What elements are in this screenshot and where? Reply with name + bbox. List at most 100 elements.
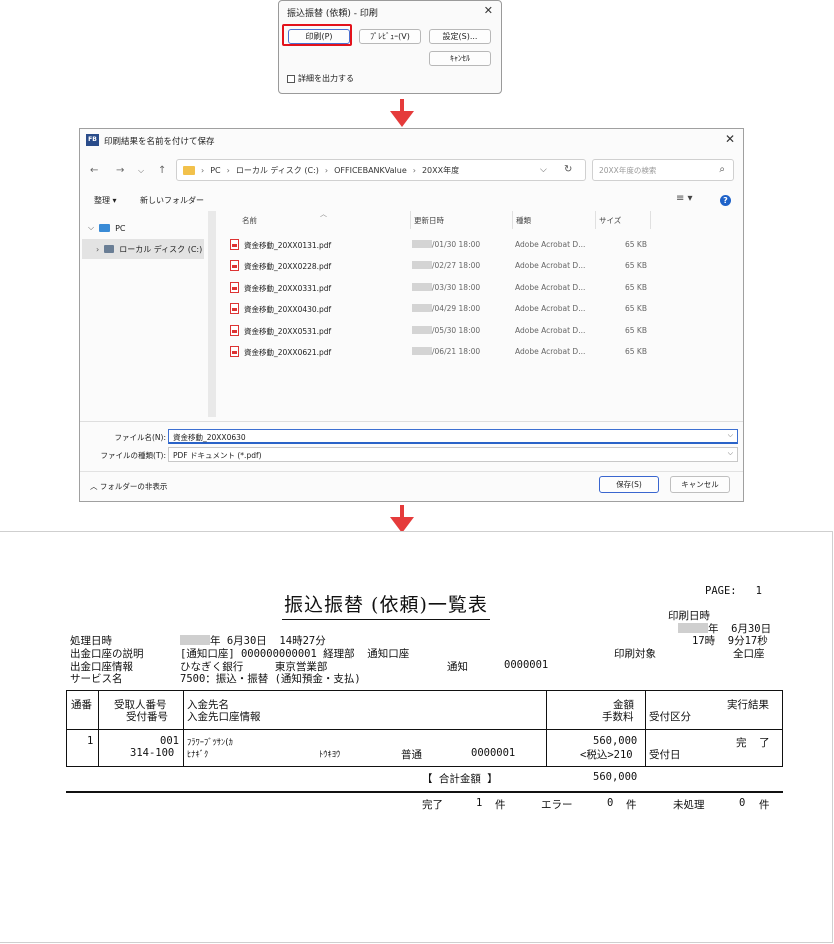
header-result: 実行結果 — [727, 699, 769, 711]
view-menu-icon[interactable]: ≡ ▾ — [676, 193, 693, 204]
app-icon: FB — [86, 134, 99, 146]
nav-item-disk[interactable]: › ローカル ディスク (C:) — [82, 239, 204, 259]
nav-item-pc[interactable]: ⌵ PC — [88, 223, 126, 233]
report-table: 通番 受取人番号 受付番号 入金先名 入金先口座情報 金額 手数料 実行結果 受… — [66, 690, 783, 767]
breadcrumb-pc[interactable]: PC — [210, 166, 220, 175]
account-type: 通知 — [447, 661, 468, 673]
hide-folders-toggle[interactable]: ︿ フォルダーの非表示 — [90, 481, 167, 492]
print-dialog: 振込振替 (依頼) - 印刷 ✕ 印刷(P) ﾌﾟﾚﾋﾞｭｰ(V) 設定(S).… — [278, 0, 502, 94]
pdf-file-icon — [230, 282, 239, 293]
preview-button[interactable]: ﾌﾟﾚﾋﾞｭｰ(V) — [359, 29, 421, 44]
print-button-highlight — [282, 24, 352, 46]
pdf-file-icon — [230, 346, 239, 357]
search-icon: ⌕ — [719, 164, 725, 175]
refresh-icon[interactable]: ↻ — [564, 164, 572, 175]
breadcrumb-year[interactable]: 20XX年度 — [422, 165, 459, 176]
col-type[interactable]: 種類 — [516, 215, 531, 226]
total-label: 【 合計金額 】 — [422, 773, 498, 785]
filetype-label: ファイルの種類(T): — [100, 451, 166, 460]
close-icon[interactable]: ✕ — [484, 4, 493, 17]
summary-pending: 0 — [739, 797, 746, 809]
header-seq: 通番 — [71, 699, 92, 711]
pdf-file-icon — [230, 303, 239, 314]
file-row[interactable]: 資金移動_20XX0131.pdf /01/30 18:00 Adobe Acr… — [230, 234, 730, 255]
row-acct-type: 普通 — [401, 749, 422, 761]
pdf-file-icon — [230, 239, 239, 250]
summary-done-label: 完了 — [422, 799, 443, 811]
address-bar[interactable]: › PC › ローカル ディスク (C:) › OFFICEBANKValue … — [176, 159, 586, 181]
row-amount: 560,000 — [593, 735, 638, 747]
page-number: PAGE: 1 — [705, 585, 762, 597]
row-branch: ﾄｳｷﾖｳ — [319, 750, 341, 760]
header-accept-no: 受付番号 — [126, 711, 168, 723]
navigation-pane: ⌵ PC › ローカル ディスク (C:) — [82, 211, 206, 417]
file-row[interactable]: 資金移動_20XX0430.pdf /04/29 18:00 Adobe Acr… — [230, 298, 730, 319]
col-name[interactable]: 名前 — [242, 215, 257, 226]
search-input[interactable]: 20XX年度の検索 ⌕ — [592, 159, 734, 181]
close-icon[interactable]: ✕ — [725, 132, 735, 146]
back-icon[interactable]: ← — [90, 165, 98, 176]
row-acct-no: 0000001 — [471, 747, 516, 759]
breadcrumb-disk[interactable]: ローカル ディスク (C:) — [236, 165, 319, 176]
service-label: サービス名 — [70, 673, 123, 685]
breadcrumb-officebank[interactable]: OFFICEBANKValue — [334, 166, 407, 175]
pc-icon — [99, 224, 111, 232]
row-bank: ﾋﾅｷﾞｸ — [187, 750, 209, 760]
pdf-file-icon — [230, 260, 239, 271]
filename-label: ファイル名(N): — [114, 433, 167, 442]
row-payee: ﾌﾗﾜｰﾌﾞﾂｻﾝ(ｶ — [187, 738, 233, 748]
file-row[interactable]: 資金移動_20XX0531.pdf /05/30 18:00 Adobe Acr… — [230, 320, 730, 341]
forward-icon[interactable]: → — [116, 165, 124, 176]
row-seq: 1 — [87, 735, 94, 747]
print-target-label: 印刷対象 — [614, 648, 656, 660]
new-folder-button[interactable]: 新しいフォルダー — [140, 195, 204, 206]
col-size[interactable]: サイズ — [599, 215, 621, 226]
summary-error-unit: 件 — [626, 799, 637, 811]
cancel-button[interactable]: キャンセル — [670, 476, 730, 493]
file-row[interactable]: 資金移動_20XX0331.pdf /03/30 18:00 Adobe Acr… — [230, 277, 730, 298]
report-title: 振込振替 (依頼)一覧表 — [282, 590, 490, 620]
service-value: 7500：振込・振替 (通知預金・支払) — [180, 673, 361, 685]
chevron-up-icon: ︿ — [90, 482, 98, 491]
save-dialog-titlebar: FB 印刷結果を名前を付けて保存 ✕ — [80, 129, 743, 153]
header-payee-account: 入金先口座情報 — [187, 711, 261, 723]
help-icon[interactable]: ? — [720, 195, 731, 206]
disk-icon — [104, 245, 115, 253]
col-modified[interactable]: 更新日時 — [414, 215, 444, 226]
up-icon[interactable]: ↑ — [158, 165, 166, 176]
detail-checkbox[interactable] — [287, 74, 295, 83]
report-page: PAGE: 1 振込振替 (依頼)一覧表 印刷日時 年 6月30日 17時 9分… — [0, 531, 833, 943]
filetype-select[interactable]: PDF ドキュメント (*.pdf) ⌵ — [168, 447, 738, 462]
chevron-down-icon[interactable]: ⌵ — [728, 431, 733, 440]
chevron-down-icon[interactable]: ⌵ — [138, 166, 144, 176]
save-dialog-title: 印刷結果を名前を付けて保存 — [104, 137, 215, 147]
save-dialog: FB 印刷結果を名前を付けて保存 ✕ ← → ⌵ ↑ › PC › ローカル デ… — [79, 128, 744, 502]
row-recv-no: 001 — [160, 735, 179, 747]
summary-done: 1 — [476, 797, 483, 809]
nav-scrollbar[interactable] — [208, 211, 216, 417]
detail-checkbox-label: 詳細を出力する — [298, 74, 354, 83]
header-fee: 手数料 — [602, 711, 634, 723]
row-accept-date: 受付日 — [649, 749, 681, 761]
arrow-down-icon — [390, 99, 414, 127]
print-target-value: 全口座 — [733, 648, 765, 660]
save-button[interactable]: 保存(S) — [599, 476, 659, 493]
summary-error-label: エラー — [541, 799, 573, 811]
settings-button[interactable]: 設定(S)... — [429, 29, 491, 44]
summary-done-unit: 件 — [495, 799, 506, 811]
summary-pending-unit: 件 — [759, 799, 770, 811]
print-dialog-title: 振込振替 (依頼) - 印刷 — [287, 9, 378, 19]
file-row[interactable]: 資金移動_20XX0228.pdf /02/27 18:00 Adobe Acr… — [230, 255, 730, 276]
filename-input[interactable]: 資金移動_20XX0630 ⌵ — [168, 429, 738, 444]
organize-button[interactable]: 整理 ▾ — [94, 195, 117, 206]
file-row[interactable]: 資金移動_20XX0621.pdf /06/21 18:00 Adobe Acr… — [230, 341, 730, 362]
summary-pending-label: 未処理 — [673, 799, 705, 811]
chevron-down-icon[interactable]: ⌵ — [540, 165, 547, 175]
row-result: 完 了 — [736, 737, 770, 749]
arrow-down-icon — [390, 505, 414, 533]
cancel-button[interactable]: ｷｬﾝｾﾙ — [429, 51, 491, 66]
chevron-down-icon[interactable]: ⌵ — [728, 449, 733, 458]
header-accept-type: 受付区分 — [649, 711, 691, 723]
sort-caret-icon: ︿ — [320, 210, 327, 218]
detail-checkbox-row[interactable]: 詳細を出力する — [287, 73, 354, 84]
